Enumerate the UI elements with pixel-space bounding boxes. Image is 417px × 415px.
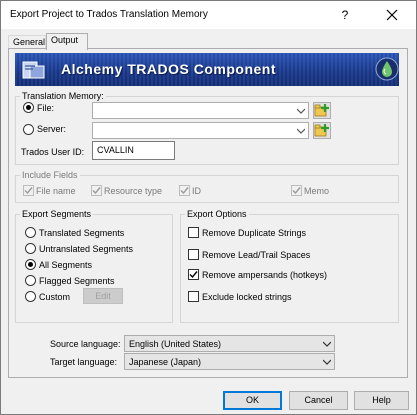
- chevron-down-icon: [323, 341, 331, 347]
- remove-duplicate-strings-checkbox[interactable]: [188, 227, 199, 238]
- file-name-label: File name: [36, 186, 76, 196]
- source-language-combo[interactable]: English (United States): [124, 335, 335, 352]
- alchemy-logo-icon: [22, 61, 45, 79]
- window-title: Export Project to Trados Translation Mem…: [10, 9, 208, 20]
- flagged-segments-radio[interactable]: [25, 275, 36, 286]
- close-icon: [386, 9, 398, 21]
- user-id-value: CVALLIN: [97, 145, 134, 155]
- file-name-checkbox[interactable]: [23, 185, 34, 196]
- title-bar: Export Project to Trados Translation Mem…: [1, 1, 416, 29]
- help-button[interactable]: Help: [354, 391, 409, 410]
- chevron-down-icon: [297, 128, 305, 134]
- edit-button[interactable]: Edit: [83, 288, 123, 304]
- tab-general[interactable]: General: [8, 35, 46, 49]
- file-label: File:: [37, 103, 55, 113]
- help-title-button[interactable]: ?: [335, 7, 355, 23]
- target-language-value: Japanese (Japan): [129, 357, 202, 367]
- folder-add-icon: [314, 124, 329, 137]
- banner-title: Alchemy TRADOS Component: [61, 61, 277, 77]
- include-fields-legend: Include Fields: [20, 169, 80, 181]
- checkmark-icon: [24, 187, 33, 195]
- memo-checkbox[interactable]: [291, 185, 302, 196]
- checkmark-icon: [189, 271, 198, 279]
- tab-output[interactable]: Output: [46, 33, 88, 50]
- remove-duplicate-strings-label: Remove Duplicate Strings: [202, 228, 307, 238]
- exclude-locked-strings-checkbox[interactable]: [188, 291, 199, 302]
- user-id-input[interactable]: CVALLIN: [92, 141, 175, 160]
- ok-button[interactable]: OK: [223, 391, 282, 410]
- file-combo[interactable]: [92, 102, 309, 119]
- checkmark-icon: [92, 187, 101, 195]
- id-label: ID: [192, 186, 201, 196]
- trados-drop-icon: [375, 57, 399, 81]
- checkmark-icon: [180, 187, 189, 195]
- custom-radio[interactable]: [25, 291, 36, 302]
- export-dialog: Export Project to Trados Translation Mem…: [0, 0, 417, 415]
- chevron-down-icon: [323, 359, 331, 365]
- source-language-label: Source language:: [50, 339, 121, 349]
- exclude-locked-strings-label: Exclude locked strings: [202, 292, 292, 302]
- user-id-label: Trados User ID:: [21, 147, 85, 157]
- export-segments-legend: Export Segments: [20, 208, 94, 220]
- browse-file-button[interactable]: [313, 102, 331, 119]
- untranslated-segments-radio[interactable]: [25, 243, 36, 254]
- cancel-button[interactable]: Cancel: [289, 391, 348, 410]
- remove-lead-trail-spaces-label: Remove Lead/Trail Spaces: [202, 250, 311, 260]
- server-radio[interactable]: [23, 124, 34, 135]
- target-language-combo[interactable]: Japanese (Japan): [124, 353, 335, 370]
- id-checkbox[interactable]: [179, 185, 190, 196]
- all-segments-label: All Segments: [39, 260, 93, 270]
- remove-ampersands-checkbox[interactable]: [188, 269, 199, 280]
- server-label: Server:: [37, 124, 67, 134]
- translated-segments-label: Translated Segments: [39, 228, 125, 238]
- export-options-legend: Export Options: [185, 208, 249, 220]
- memo-label: Memo: [304, 186, 330, 196]
- browse-server-button[interactable]: [313, 122, 331, 139]
- resource-type-checkbox[interactable]: [91, 185, 102, 196]
- resource-type-label: Resource type: [104, 186, 163, 196]
- server-combo[interactable]: [92, 122, 309, 139]
- source-language-value: English (United States): [129, 339, 222, 349]
- custom-label: Custom: [39, 292, 71, 302]
- chevron-down-icon: [297, 108, 305, 114]
- all-segments-radio[interactable]: [25, 259, 36, 270]
- flagged-segments-label: Flagged Segments: [39, 276, 115, 286]
- file-radio[interactable]: [23, 102, 34, 113]
- translation-memory-legend: Translation Memory:: [20, 90, 106, 102]
- remove-ampersands-label: Remove ampersands (hotkeys): [202, 270, 328, 280]
- untranslated-segments-label: Untranslated Segments: [39, 244, 134, 254]
- folder-add-icon: [314, 104, 329, 117]
- translated-segments-radio[interactable]: [25, 227, 36, 238]
- target-language-label: Target language:: [50, 357, 118, 367]
- checkmark-icon: [292, 187, 301, 195]
- component-banner: Alchemy TRADOS Component: [15, 53, 399, 86]
- remove-lead-trail-spaces-checkbox[interactable]: [188, 249, 199, 260]
- close-button[interactable]: [379, 5, 405, 25]
